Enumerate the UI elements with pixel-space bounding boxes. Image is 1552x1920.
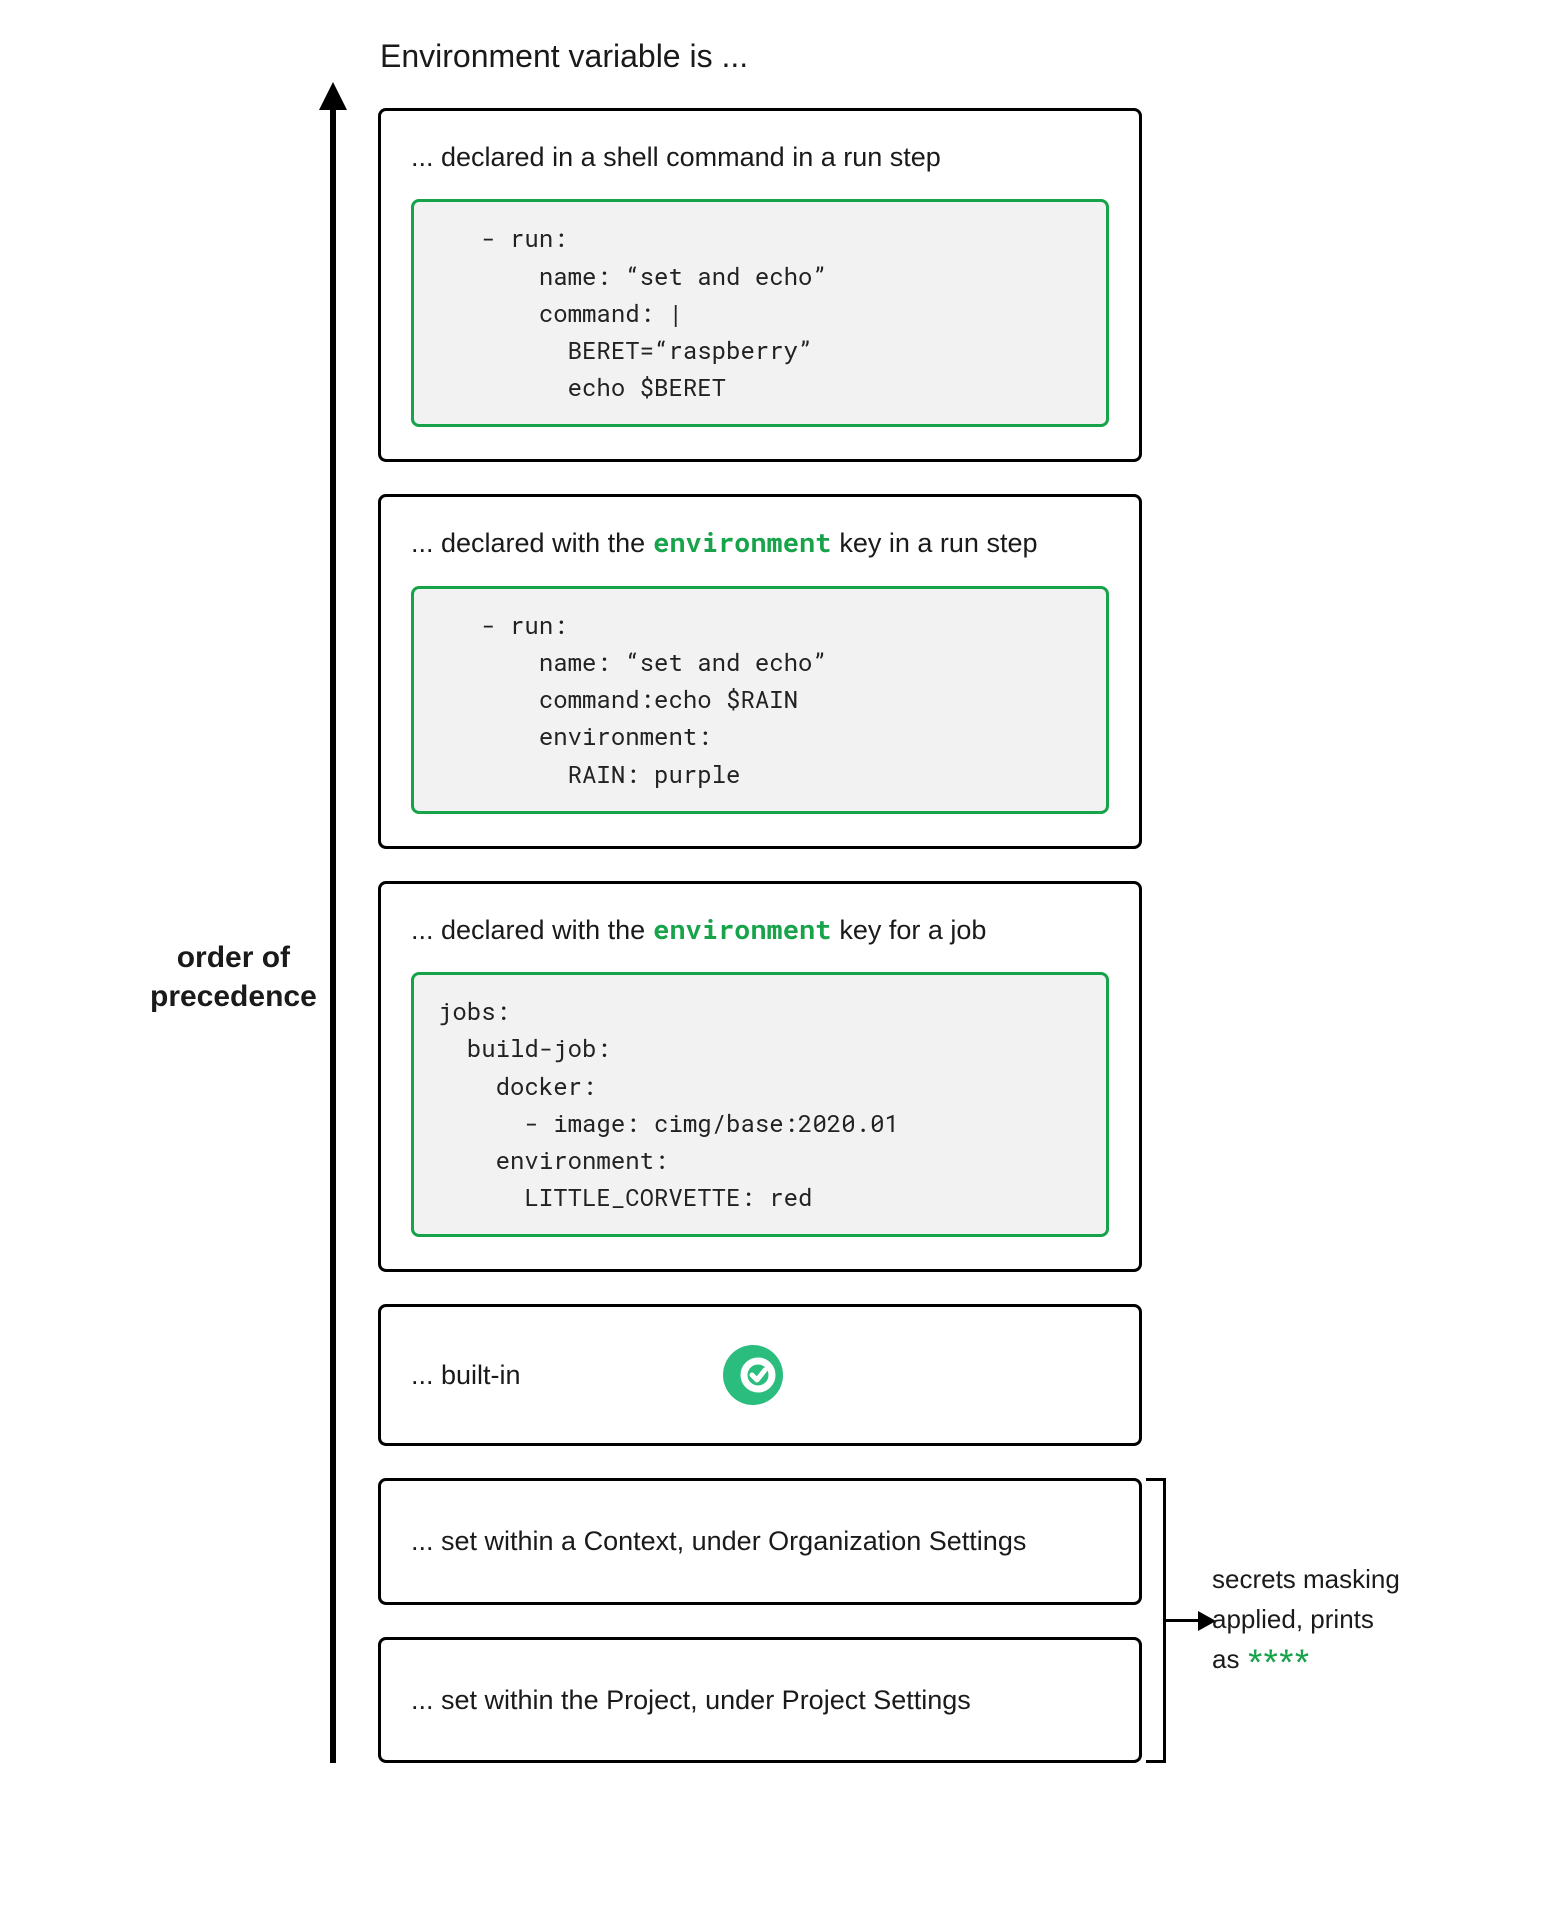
secrets-arrow-line <box>1166 1619 1200 1622</box>
precedence-axis-label-line1: order of <box>177 941 290 974</box>
mask-line2: applied, prints <box>1212 1604 1374 1634</box>
secrets-masking-label: secrets masking applied, prints as **** <box>1212 1559 1442 1680</box>
box-project-desc: ... set within the Project, under Projec… <box>411 1682 1109 1718</box>
box-built-in-desc: ... built-in <box>411 1357 521 1393</box>
desc-post: key in a run step <box>839 525 1037 561</box>
keyword-environment: environment <box>653 525 831 561</box>
code-block-shell: - run: name: “set and echo” command: | B… <box>411 199 1109 427</box>
code-block-env-job: jobs: build-job: docker: - image: cimg/b… <box>411 972 1109 1237</box>
desc-pre: ... declared with the <box>411 912 645 948</box>
box-context-org-settings: ... set within a Context, under Organiza… <box>378 1478 1142 1604</box>
keyword-environment: environment <box>653 912 831 948</box>
box-built-in: ... built-in <box>378 1304 1142 1446</box>
box-project-settings: ... set within the Project, under Projec… <box>378 1637 1142 1763</box>
box-shell-command-desc: ... declared in a shell command in a run… <box>411 139 1109 175</box>
check-circle-icon <box>721 1343 785 1407</box>
precedence-arrow-shaft <box>330 98 336 1763</box>
diagram-title: Environment variable is ... <box>380 38 748 75</box>
code-block-env-run: - run: name: “set and echo” command:echo… <box>411 586 1109 814</box>
precedence-axis-label: order of precedence <box>150 938 317 1016</box>
box-environment-job: ... declared with the environment key fo… <box>378 881 1142 1273</box>
precedence-axis-label-line2: precedence <box>150 980 317 1013</box>
desc-post: key for a job <box>839 912 986 948</box>
box-environment-job-desc: ... declared with the environment key fo… <box>411 912 1109 948</box>
box-environment-run-step: ... declared with the environment key in… <box>378 494 1142 848</box>
box-environment-run-step-desc: ... declared with the environment key in… <box>411 525 1109 561</box>
box-shell-command: ... declared in a shell command in a run… <box>378 108 1142 462</box>
secrets-bracket <box>1146 1478 1166 1763</box>
precedence-stack: ... declared in a shell command in a run… <box>378 108 1142 1763</box>
mask-stars: **** <box>1247 1642 1309 1676</box>
box-context-desc: ... set within a Context, under Organiza… <box>411 1523 1109 1559</box>
precedence-arrow-head-icon <box>319 82 347 110</box>
desc-pre: ... declared with the <box>411 525 645 561</box>
mask-line3-pre: as <box>1212 1644 1247 1674</box>
mask-line1: secrets masking <box>1212 1564 1400 1594</box>
